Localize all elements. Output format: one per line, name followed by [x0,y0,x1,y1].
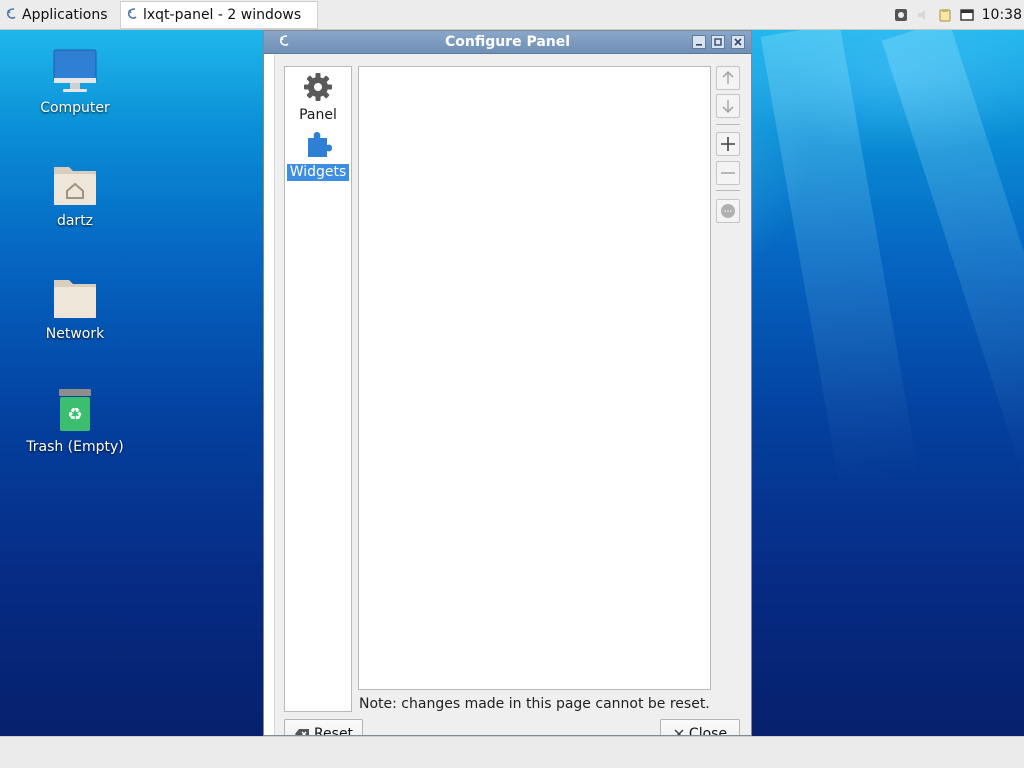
more-icon [721,204,735,218]
volume-icon[interactable] [916,8,930,22]
lxqt-logo-icon [6,8,16,19]
close-window-button[interactable] [731,35,745,49]
clock[interactable]: 10:38 [982,7,1022,23]
svg-text:♻: ♻ [67,405,82,425]
clipboard-icon[interactable] [938,8,952,22]
page-item-panel[interactable]: Panel [287,71,349,124]
close-button-label: Close [688,726,728,736]
desktop-icon-dartz[interactable]: dartz [20,161,130,229]
close-button[interactable]: Close [660,719,740,736]
network-folder-icon [51,274,99,322]
arrow-down-icon [722,100,734,114]
screenshot-icon[interactable] [894,8,908,22]
taskbar-window-label: lxqt-panel - 2 windows [143,7,302,23]
desktop-icon-label: Computer [40,100,110,116]
lxqt-logo-icon [127,8,137,19]
bottom-panel [0,736,1024,768]
computer-icon [51,48,99,96]
arrow-up-icon [722,70,734,84]
applications-menu-label: Applications [22,7,108,23]
desktop-icon-computer[interactable]: Computer [20,48,130,116]
desktop-icon-label: Trash (Empty) [26,439,124,455]
window-left-strip [264,54,275,735]
desktop-icon-network[interactable]: Network [20,274,130,342]
reset-note: Note: changes made in this page cannot b… [359,696,710,712]
applications-menu-button[interactable]: Applications [0,0,116,30]
separator [716,190,740,191]
window-body: Panel Widgets Note: changes made in this… [264,54,751,735]
top-panel: Applications lxqt-panel - 2 windows 10:3… [0,0,1024,30]
separator [716,124,740,125]
page-item-label: Widgets [287,164,349,181]
add-widget-button[interactable] [716,132,740,156]
window-title: Configure Panel [444,34,571,50]
configure-widget-button[interactable] [716,199,740,223]
desktop-icon-label: Network [45,326,105,342]
close-icon [734,38,742,46]
puzzle-icon [302,128,334,160]
page-item-label: Panel [299,107,337,123]
minimize-button[interactable] [692,35,706,49]
move-up-button[interactable] [716,66,740,90]
desktop-icon-label: dartz [56,213,94,229]
move-down-button[interactable] [716,94,740,118]
minimize-icon [696,44,702,46]
desktop-switch-icon[interactable] [959,8,974,22]
gear-icon [302,71,334,103]
reset-button-label: Reset [313,726,354,736]
remove-widget-button[interactable] [716,161,740,185]
widget-list[interactable] [358,66,711,690]
maximize-icon [714,38,722,46]
plus-icon [721,137,735,151]
page-item-widgets[interactable]: Widgets [287,128,349,181]
system-tray: 10:38 [894,0,1024,30]
close-icon [674,729,684,735]
minus-icon [721,172,735,174]
desktop-icon-trash[interactable]: ♻ Trash (Empty) [20,387,130,455]
configure-panel-window: Configure Panel Panel Widgets Note: chan… [263,30,752,736]
maximize-button[interactable] [711,35,725,49]
taskbar-window-button[interactable]: lxqt-panel - 2 windows [120,1,318,29]
reset-button[interactable]: Reset [284,719,363,736]
trash-icon: ♻ [51,387,99,435]
home-folder-icon [51,161,99,209]
window-titlebar[interactable]: Configure Panel [264,31,751,54]
page-list[interactable]: Panel Widgets [284,66,352,712]
clear-icon [294,729,309,735]
